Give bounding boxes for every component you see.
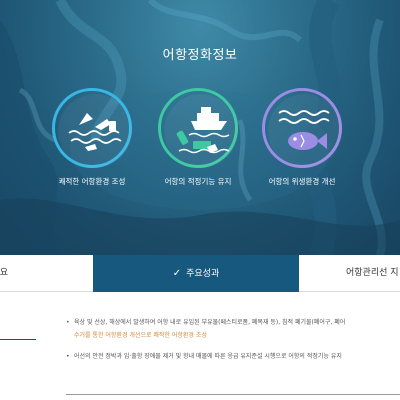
fish-water-icon <box>268 94 342 168</box>
hero-banner: 어항정화정보 쾌적한 어항환경 조성 어항의 적정기능 유지 어항의 위생환경 … <box>0 0 400 255</box>
tab-key-results[interactable]: ✓ 주요성과 <box>93 255 299 292</box>
list-item-text: 육상 및 선상, 해상에서 발생하여 어항 내로 유입된 부유물(페스티로폼, … <box>74 319 346 326</box>
section-divider <box>0 339 36 340</box>
bullet-icon: • <box>66 319 70 326</box>
bullet-icon: • <box>66 353 70 360</box>
list-item-text: 어선의 안전 정박과 입·출항 장애물 제거 및 항내 매몰에 따른 응급 유지… <box>74 353 342 360</box>
feature-label-hygiene: 어항의 위생환경 개선 <box>268 177 336 186</box>
tab-management-vessel[interactable]: 어항관리선 지 <box>300 255 400 292</box>
list-item-text-continued: 수거를 통한 어항환경 개선으로 쾌적한 어항환경 조성 <box>74 332 207 339</box>
floating-trash-icon <box>58 94 132 168</box>
tab-bar: 요 ✓ 주요성과 어항관리선 지 <box>0 255 400 292</box>
tab-management-vessel-label: 어항관리선 지 <box>346 268 399 278</box>
feature-port-function <box>158 88 238 168</box>
tab-overview-label: 요 <box>0 268 8 278</box>
list-item: • 어선의 안전 정박과 입·출항 장애물 제거 및 항내 매몰에 따른 응급 … <box>66 350 400 363</box>
page-title: 어항정화정보 <box>162 48 238 63</box>
tab-key-results-label: 주요성과 <box>186 269 220 279</box>
feature-hygiene <box>262 88 342 168</box>
table-top-border <box>66 394 400 395</box>
check-icon: ✓ <box>172 268 182 279</box>
cleanup-boat-icon <box>164 94 238 168</box>
list-item: • 육상 및 선상, 해상에서 발생하여 어항 내로 유입된 부유물(페스티로폼… <box>66 316 400 342</box>
tab-overview[interactable]: 요 <box>0 255 92 292</box>
results-list: • 육상 및 선상, 해상에서 발생하여 어항 내로 유입된 부유물(페스티로폼… <box>66 316 400 363</box>
feature-clean-environment <box>52 88 132 168</box>
